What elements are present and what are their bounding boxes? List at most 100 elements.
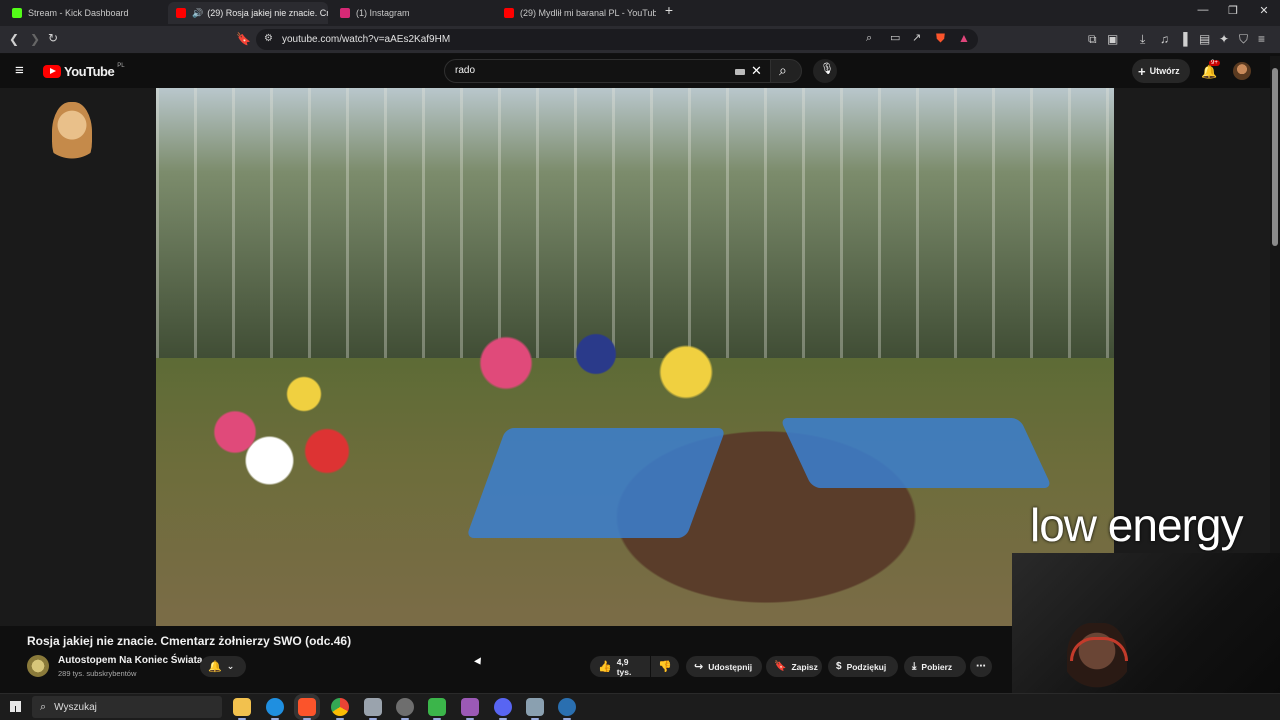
- save-button[interactable]: 🔖 Zapisz: [766, 656, 822, 677]
- notification-badge: 9+: [1209, 60, 1220, 66]
- channel-avatar[interactable]: [27, 655, 49, 677]
- youtube-favicon-icon: [176, 8, 186, 18]
- browser-tab-strip: Stream - Kick Dashboard 🔊 (29) Rosja jak…: [0, 0, 1280, 26]
- search-icon: ⌕: [40, 700, 47, 713]
- kick-favicon-icon: [12, 8, 22, 18]
- download-button[interactable]: ⤓ Pobierz: [904, 656, 966, 677]
- address-bar[interactable]: ⚙ youtube.com/watch?v=aAEs2Kaf9HM ⌕ ▭ ↗ …: [256, 29, 978, 50]
- thumbs-down-icon: 👎: [658, 661, 672, 673]
- brave-icon[interactable]: [298, 698, 316, 720]
- search-button[interactable]: ⌕: [770, 59, 802, 83]
- reload-icon[interactable]: ↻: [48, 32, 58, 44]
- edge-icon[interactable]: [266, 698, 284, 720]
- create-label: Utwórz: [1149, 66, 1180, 76]
- dislike-button[interactable]: 👎: [651, 656, 679, 677]
- zoom-icon[interactable]: ⌕: [866, 33, 872, 44]
- search-icon: ⌕: [779, 62, 787, 78]
- thumbs-up-icon: 👍: [598, 661, 612, 673]
- flower-wreaths-left: [166, 318, 396, 508]
- windows-start-icon[interactable]: [10, 701, 21, 712]
- blue-tarp-left: [465, 428, 727, 538]
- youtube-favicon-icon: [504, 8, 514, 18]
- mouse-cursor-icon: [474, 657, 484, 667]
- bookmark-icon: 🔖: [774, 661, 787, 672]
- forward-icon[interactable]: ❯: [30, 33, 40, 45]
- notifications-button[interactable]: 🔔 9+: [1201, 60, 1220, 81]
- discord-icon[interactable]: [494, 698, 512, 720]
- search-input[interactable]: rado: [455, 65, 475, 76]
- site-info-icon[interactable]: ⚙: [264, 34, 273, 44]
- wallet-icon[interactable]: ▤: [1199, 33, 1210, 45]
- region-code: PL: [117, 62, 125, 69]
- menu-icon[interactable]: ≡: [1258, 33, 1265, 45]
- vpn-icon[interactable]: ⛉: [1239, 33, 1248, 45]
- channel-name[interactable]: Autostopem Na Koniec Świata: [58, 655, 202, 666]
- share-button[interactable]: ↪ Udostępnij: [686, 656, 762, 677]
- minimize-window-button[interactable]: —: [1188, 4, 1218, 16]
- stream-overlay-text: low energy: [1030, 499, 1243, 551]
- like-count: 4,9 tys.: [616, 656, 632, 677]
- download-label: Pobierz: [921, 661, 953, 672]
- subscription-bell-button[interactable]: 🔔 ⌄: [200, 656, 246, 677]
- rewards-icon[interactable]: ▲: [958, 32, 970, 44]
- sidebar-icon[interactable]: ▐: [1179, 33, 1188, 45]
- account-avatar[interactable]: [1233, 62, 1251, 80]
- app-8-icon[interactable]: [461, 698, 479, 720]
- brave-shield-icon[interactable]: ⛊: [936, 32, 945, 44]
- youtube-logo[interactable]: YouTube PL: [43, 62, 125, 79]
- plus-icon: +: [1138, 63, 1146, 79]
- leo-icon[interactable]: ✦: [1219, 33, 1229, 45]
- youtube-header: ≡ YouTube PL rado ✕ ⌕ 🎙 + Utwórz 🔔 9+: [0, 54, 1280, 88]
- scrollbar-thumb[interactable]: [1272, 68, 1278, 246]
- taskbar-search[interactable]: ⌕ Wyszukaj: [32, 696, 222, 718]
- tab-youtube-other[interactable]: (29) Mydlił mi baranal PL - YouTube: [496, 2, 656, 24]
- thanks-button[interactable]: $ Podziękuj: [828, 656, 898, 677]
- video-player[interactable]: [156, 88, 1114, 626]
- app-6-icon[interactable]: [396, 698, 414, 720]
- steam-icon[interactable]: [558, 698, 576, 720]
- like-button[interactable]: 👍 4,9 tys.: [590, 656, 650, 677]
- save-label: Zapisz: [791, 661, 818, 672]
- clear-search-icon[interactable]: ✕: [751, 64, 762, 77]
- tab-youtube-current[interactable]: 🔊 (29) Rosja jakiej nie znacie. Cm ✕: [168, 2, 328, 24]
- cast-icon[interactable]: ▭: [890, 33, 900, 44]
- downloads-icon[interactable]: ⤓: [1140, 33, 1145, 45]
- tab-label: Stream - Kick Dashboard: [28, 8, 129, 18]
- more-actions-button[interactable]: ⋯: [970, 656, 992, 677]
- tab-kick-dashboard[interactable]: Stream - Kick Dashboard: [4, 2, 164, 24]
- tab-search-icon[interactable]: ▣: [1107, 33, 1118, 45]
- restore-window-button[interactable]: ❐: [1218, 4, 1248, 17]
- extensions-icon[interactable]: ⧉: [1088, 33, 1097, 45]
- close-window-button[interactable]: ✕: [1249, 4, 1279, 17]
- media-icon[interactable]: ♫: [1160, 33, 1169, 45]
- chrome-icon[interactable]: [331, 698, 349, 720]
- share-label: Udostępnij: [708, 661, 753, 672]
- new-tab-button[interactable]: +: [654, 2, 684, 18]
- search-box[interactable]: rado ✕: [444, 59, 771, 83]
- flower-wreaths-center: [446, 318, 746, 408]
- hamburger-menu-icon[interactable]: ≡: [15, 63, 24, 78]
- download-icon: ⤓: [912, 661, 917, 672]
- tab-label: (29) Mydlił mi baranal PL - YouTube: [520, 8, 656, 18]
- instagram-favicon-icon: [340, 8, 350, 18]
- bookmark-icon[interactable]: 🔖: [236, 33, 251, 45]
- voice-search-button[interactable]: 🎙: [813, 59, 837, 83]
- chevron-down-icon: ⌄: [226, 661, 235, 671]
- windows-taskbar: ⌕ Wyszukaj: [0, 693, 1280, 720]
- app-7-icon[interactable]: [428, 698, 446, 720]
- create-button[interactable]: + Utwórz: [1132, 59, 1190, 83]
- microphone-icon: 🎙: [820, 63, 834, 75]
- app-10-icon[interactable]: [526, 698, 544, 720]
- app-5-icon[interactable]: [364, 698, 382, 720]
- keyboard-icon[interactable]: [735, 69, 745, 75]
- file-explorer-icon[interactable]: [233, 698, 251, 720]
- url-text: youtube.com/watch?v=aAEs2Kaf9HM: [282, 34, 451, 45]
- thanks-label: Podziękuj: [846, 661, 887, 672]
- tab-label: (1) Instagram: [356, 8, 410, 18]
- taskbar-search-placeholder: Wyszukaj: [54, 701, 97, 713]
- video-title: Rosja jakiej nie znacie. Cmentarz żołnie…: [27, 634, 352, 648]
- streamer-figure: [1067, 623, 1127, 703]
- tab-instagram[interactable]: (1) Instagram: [332, 2, 492, 24]
- back-icon[interactable]: ❮: [9, 33, 19, 45]
- share-icon[interactable]: ↗: [912, 33, 921, 44]
